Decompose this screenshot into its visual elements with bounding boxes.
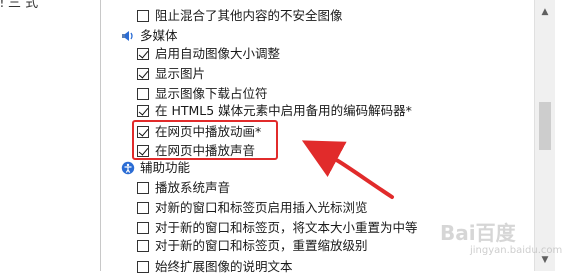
watermark-text: Bai百度 <box>440 221 516 245</box>
watermark-subtext: jingyan.baidu.com <box>470 245 563 256</box>
